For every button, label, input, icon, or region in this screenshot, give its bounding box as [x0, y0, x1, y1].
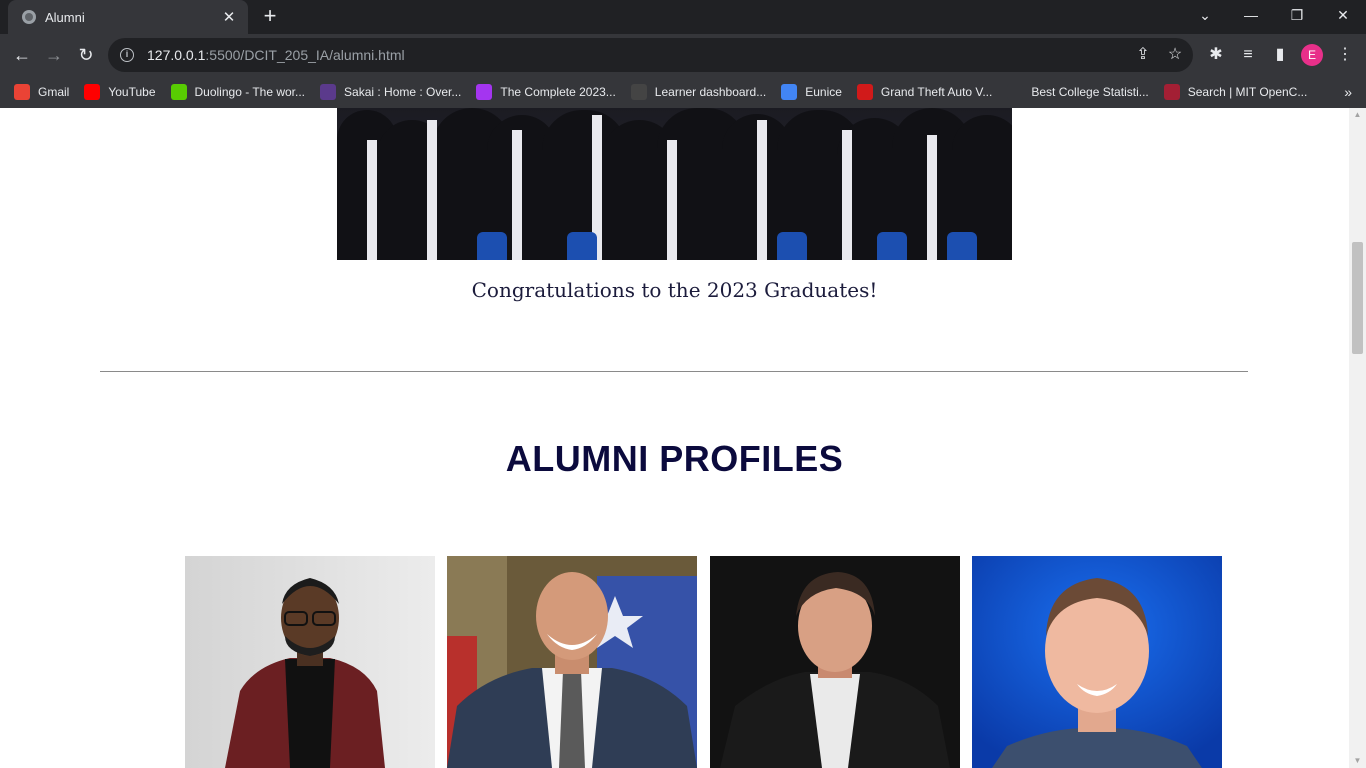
- bookmark-label: Gmail: [38, 85, 70, 99]
- bookmark-label: YouTube: [108, 85, 156, 99]
- media-control-icon[interactable]: ≡: [1234, 41, 1262, 69]
- tab-search-icon[interactable]: ⌄: [1182, 0, 1228, 30]
- reload-icon[interactable]: ↻: [72, 41, 100, 69]
- udemy-icon: [476, 84, 493, 100]
- minimize-icon[interactable]: —: [1228, 0, 1274, 30]
- extensions-icon[interactable]: ✱: [1202, 41, 1230, 69]
- tab-title: Alumni: [45, 9, 85, 25]
- restore-icon[interactable]: ❐: [1274, 0, 1320, 30]
- sakai-icon: [320, 84, 337, 100]
- bookmark-item[interactable]: Best College Statisti...: [1007, 84, 1149, 100]
- profile-avatar[interactable]: E: [1301, 44, 1323, 66]
- scroll-up-icon[interactable]: ▲: [1349, 108, 1366, 122]
- banner-caption: Congratulations to the 2023 Graduates!: [471, 278, 878, 302]
- window-close-icon[interactable]: ✕: [1320, 0, 1366, 30]
- more-bookmarks-icon[interactable]: »: [1344, 76, 1352, 108]
- chrome-profile-icon: [781, 84, 798, 100]
- youtube-icon: [84, 84, 101, 100]
- gta-icon: [856, 84, 873, 100]
- site-info-icon[interactable]: i: [120, 48, 134, 62]
- side-panel-icon[interactable]: ▮: [1266, 41, 1294, 69]
- bookmark-item[interactable]: Duolingo - The wor...: [170, 84, 306, 100]
- graduation-banner-image: [337, 108, 1012, 260]
- bookmarks-bar: Gmail YouTube Duolingo - The wor... Sakai :…: [0, 76, 1366, 108]
- scrollbar-thumb[interactable]: [1352, 242, 1363, 354]
- bookmark-label: The Complete 2023...: [500, 85, 616, 99]
- menu-kebab-icon[interactable]: ⋮: [1331, 41, 1359, 69]
- address-bar[interactable]: i 127.0.0.1:5500/DCIT_205_IA/alumni.html…: [108, 38, 1193, 72]
- bookmark-item[interactable]: YouTube: [84, 84, 156, 100]
- tab-close-icon[interactable]: ✕: [220, 8, 238, 26]
- bookmark-item[interactable]: Eunice: [781, 84, 842, 100]
- back-arrow-icon[interactable]: ←: [8, 41, 36, 69]
- forward-arrow-icon[interactable]: →: [40, 41, 68, 69]
- profile-photo-4[interactable]: [972, 556, 1222, 768]
- tab-strip: Alumni ✕ + ⌄ — ❐ ✕: [0, 0, 1366, 34]
- url-path: :5500/DCIT_205_IA/alumni.html: [205, 47, 405, 63]
- bookmark-star-icon[interactable]: ☆: [1161, 38, 1189, 72]
- gmail-icon: [14, 84, 30, 100]
- scroll-down-icon[interactable]: ▼: [1349, 754, 1366, 768]
- bookmark-label: Sakai : Home : Over...: [344, 85, 462, 99]
- profile-photo-1[interactable]: [185, 556, 435, 768]
- page-icon: [1007, 84, 1024, 100]
- share-icon[interactable]: ⇪: [1129, 38, 1157, 72]
- alx-icon: [630, 84, 647, 100]
- bookmark-label: Grand Theft Auto V...: [880, 85, 993, 99]
- bookmark-label: Best College Statisti...: [1031, 85, 1149, 99]
- bookmark-item[interactable]: Learner dashboard...: [630, 84, 767, 100]
- bookmark-item[interactable]: Grand Theft Auto V...: [856, 84, 993, 100]
- bookmark-label: Learner dashboard...: [654, 85, 767, 99]
- bookmark-label: Eunice: [805, 85, 842, 99]
- bookmark-label: Search | MIT OpenC...: [1187, 85, 1308, 99]
- page-scrollbar[interactable]: ▲ ▼: [1349, 108, 1366, 768]
- bookmark-item[interactable]: Sakai : Home : Over...: [320, 84, 461, 100]
- section-title: ALUMNI PROFILES: [505, 438, 844, 479]
- profile-photo-2[interactable]: [447, 556, 697, 768]
- url-host: 127.0.0.1: [147, 47, 206, 63]
- bookmark-item[interactable]: The Complete 2023...: [476, 84, 616, 100]
- profile-photo-3[interactable]: [710, 556, 960, 768]
- bookmark-label: Duolingo - The wor...: [194, 85, 306, 99]
- mit-ocw-icon: [1163, 84, 1180, 100]
- bookmark-item[interactable]: Search | MIT OpenC...: [1163, 84, 1308, 100]
- page-viewport: Congratulations to the 2023 Graduates! A…: [0, 108, 1366, 768]
- tab-alumni[interactable]: Alumni ✕: [8, 0, 248, 34]
- bookmark-item[interactable]: Gmail: [14, 84, 69, 100]
- browser-toolbar: ← → ↻ i 127.0.0.1:5500/DCIT_205_IA/alumn…: [0, 34, 1366, 76]
- globe-icon: [22, 10, 36, 24]
- new-tab-button[interactable]: +: [258, 4, 282, 28]
- duolingo-icon: [170, 84, 187, 100]
- section-divider: [100, 371, 1248, 372]
